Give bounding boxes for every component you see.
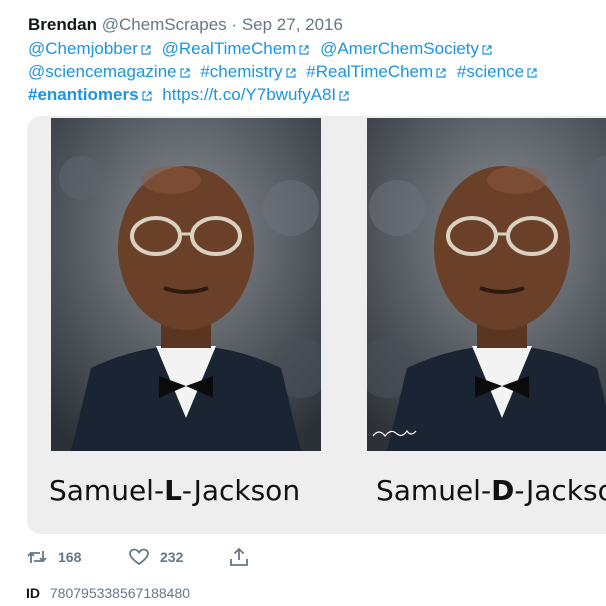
share-icon (228, 546, 250, 568)
caption-left: Samuel-L-Jackson (49, 474, 300, 507)
external-link-icon (141, 91, 152, 101)
caption-left-bold: L (164, 474, 182, 507)
external-link-icon (436, 68, 446, 78)
external-link-icon (299, 45, 309, 55)
media-card[interactable]: Samuel-L-Jackson Samuel-D-Jackson (27, 116, 606, 534)
caption-right-suffix: -Jackson (514, 474, 606, 507)
tweet-text-line-1: @Chemjobber @RealTimeChem @AmerChemSocie… (28, 37, 598, 60)
caption-right: Samuel-D-Jackson (376, 474, 606, 507)
retweet-icon (26, 546, 48, 568)
caption-left-suffix: -Jackson (181, 474, 301, 507)
retweet-button[interactable]: 168 (26, 546, 81, 568)
hashtag-enantiomers[interactable]: #enantiomers (28, 85, 139, 104)
tweet-text: @Chemjobber @RealTimeChem @AmerChemSocie… (28, 37, 598, 106)
author-name[interactable]: Brendan (28, 15, 97, 34)
external-link-icon (285, 68, 296, 78)
caption-right-bold: D (491, 474, 515, 507)
caption-right-prefix: Samuel- (376, 474, 492, 507)
retweet-count: 168 (58, 549, 82, 565)
external-link-icon (141, 45, 151, 55)
like-button[interactable]: 232 (128, 546, 183, 568)
like-count: 232 (160, 549, 184, 565)
tweet-id-value: 780795338567188480 (49, 585, 191, 601)
share-button[interactable] (228, 546, 260, 568)
tweet-id-line: ID 780795338567188480 (26, 585, 190, 601)
external-link-icon (527, 68, 537, 78)
hashtag-chemistry[interactable]: #chemistry (200, 62, 282, 81)
tweet-id-label: ID (26, 585, 40, 601)
mention-sciencemagazine[interactable]: @sciencemagazine (28, 62, 177, 81)
external-link-icon (482, 45, 492, 55)
portrait-image-left[interactable] (51, 118, 321, 451)
tweet-url-link[interactable]: https://t.co/Y7bwufyA8I (162, 85, 336, 104)
mention-amerchemsociety[interactable]: @AmerChemSociety (320, 39, 479, 58)
tweet-text-line-3: #enantiomers https://t.co/Y7bwufyA8I (28, 83, 598, 106)
heart-icon (128, 546, 150, 568)
author-handle[interactable]: @ChemScrapes (102, 15, 227, 34)
portrait-image-right[interactable] (367, 118, 606, 451)
caption-left-prefix: Samuel- (49, 474, 165, 507)
external-link-icon (180, 68, 190, 78)
tweet-text-line-2: @sciencemagazine #chemistry #RealTimeChe… (28, 60, 598, 83)
hashtag-realtimechem[interactable]: #RealTimeChem (306, 62, 433, 81)
header-separator: · (231, 15, 238, 34)
tweet-date[interactable]: Sep 27, 2016 (242, 15, 343, 34)
mention-realtimechem[interactable]: @RealTimeChem (162, 39, 297, 58)
tweet-header: Brendan @ChemScrapes · Sep 27, 2016 (28, 14, 343, 36)
mention-chemjobber[interactable]: @Chemjobber (28, 39, 138, 58)
hashtag-science[interactable]: #science (457, 62, 524, 81)
external-link-icon (339, 91, 349, 101)
